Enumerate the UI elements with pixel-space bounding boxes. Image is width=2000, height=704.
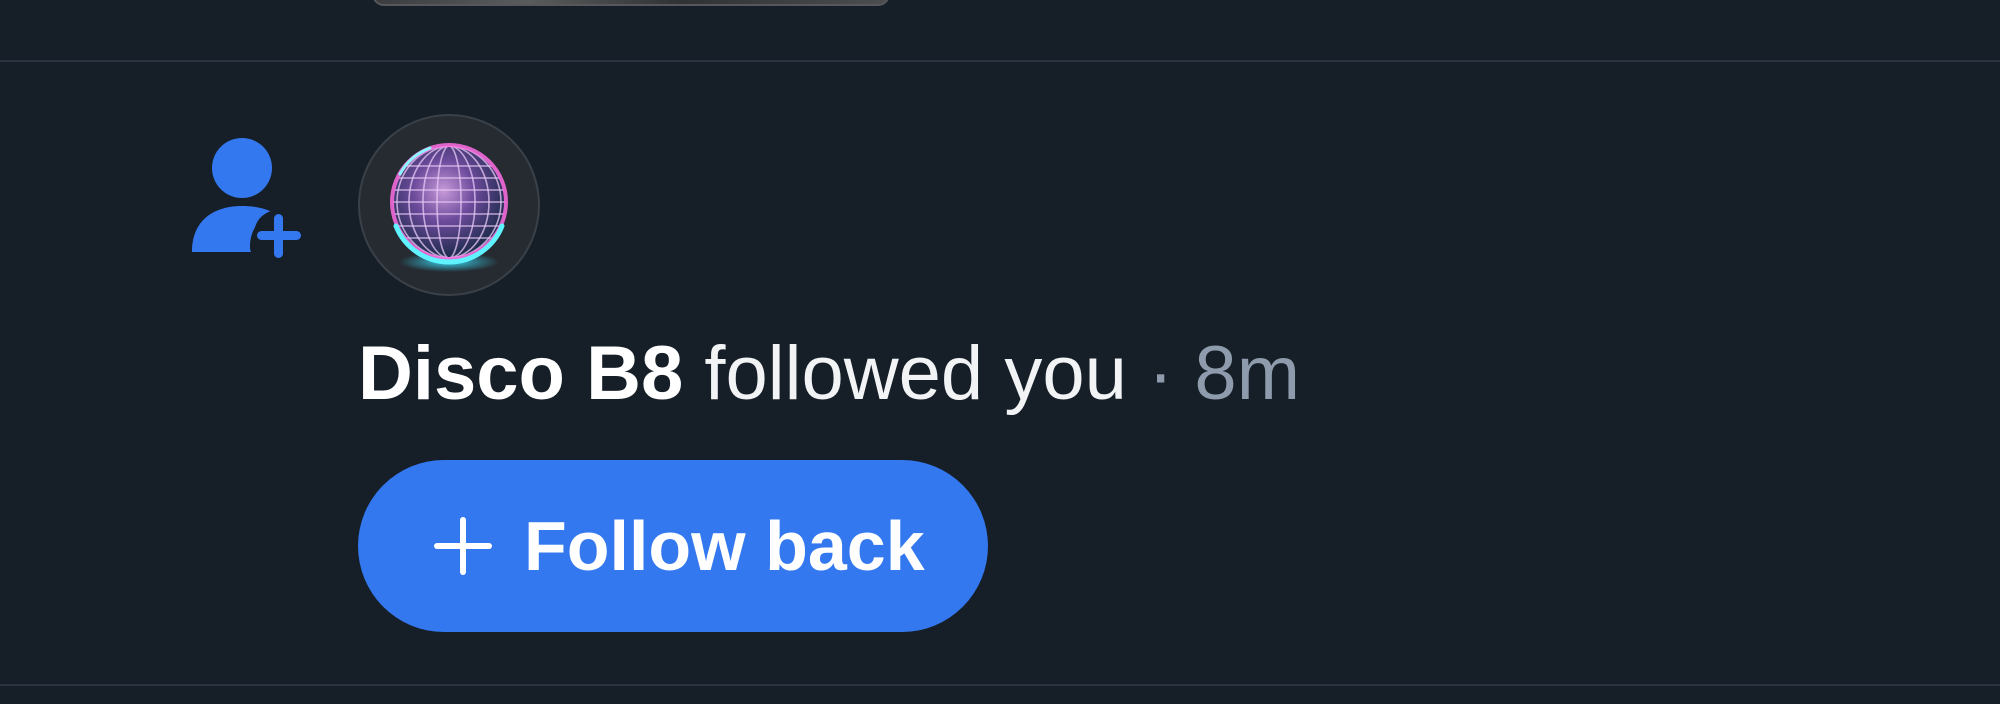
- separator: ·: [1147, 331, 1174, 416]
- follow-back-button[interactable]: Follow back: [358, 460, 988, 632]
- timestamp: 8m: [1194, 331, 1300, 416]
- notifications-feed: Disco B8 followed you · 8m Follow back: [0, 0, 2000, 704]
- disco-ball-icon: [390, 143, 508, 272]
- divider: [0, 684, 2000, 686]
- disco-ball-avatar[interactable]: [358, 114, 540, 296]
- follow-back-label: Follow back: [524, 507, 925, 585]
- divider: [0, 60, 2000, 62]
- previous-item-media[interactable]: [372, 0, 890, 6]
- notification-text: Disco B8 followed you · 8m: [358, 328, 1300, 420]
- plus-icon: [434, 517, 492, 575]
- actor-name[interactable]: Disco B8: [358, 331, 683, 416]
- action-text: followed you: [704, 331, 1127, 416]
- person-plus-icon: [192, 138, 302, 258]
